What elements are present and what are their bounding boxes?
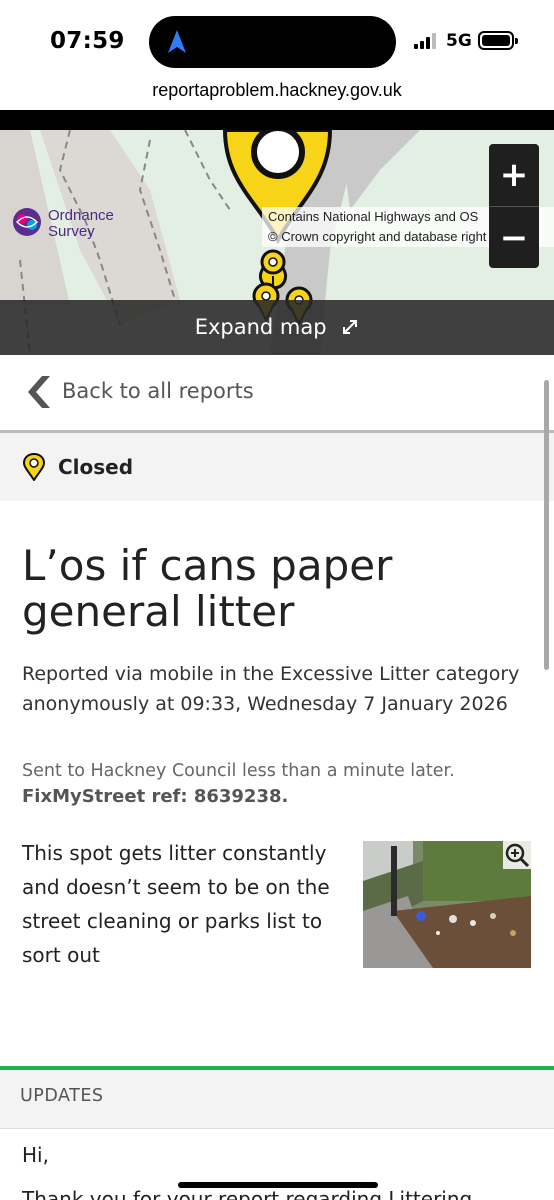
- zoom-in-button[interactable]: +: [489, 144, 539, 206]
- status-badge: Closed: [58, 455, 134, 479]
- zoom-controls: + −: [489, 144, 539, 268]
- location-arrow-icon: [168, 30, 186, 53]
- signal-icon: [414, 33, 438, 49]
- map-pin-icon: [22, 453, 46, 481]
- report-pin-small: [260, 249, 286, 275]
- report-status-bar: Closed: [0, 433, 554, 501]
- clock: 07:59: [50, 28, 125, 54]
- status-bar: 07:59 5G: [0, 0, 554, 80]
- expand-map-button[interactable]: Expand map: [0, 300, 554, 355]
- report-description: This spot gets litter constantly and doe…: [22, 841, 330, 967]
- expand-map-label: Expand map: [194, 315, 327, 339]
- report-title: L’os if cans paper general litter: [22, 541, 393, 636]
- zoom-out-button[interactable]: −: [489, 206, 539, 268]
- home-indicator[interactable]: [178, 1182, 378, 1188]
- report-sent-info: Sent to Hackney Council less than a minu…: [22, 761, 455, 781]
- map[interactable]: Ordnance Survey Contains National Highwa…: [0, 110, 554, 355]
- update-item: Hi, Thank you for your report regarding …: [0, 1128, 554, 1200]
- update-body: Thank you for your report regarding Litt…: [22, 1187, 473, 1200]
- url-bar[interactable]: reportaproblem.hackney.gov.uk: [0, 80, 554, 110]
- battery-icon: [478, 31, 518, 50]
- ordnance-survey-logo-text: Ordnance Survey: [48, 207, 114, 240]
- network-type: 5G: [446, 31, 472, 51]
- back-to-reports-link[interactable]: Back to all reports: [0, 355, 554, 433]
- expand-arrows-icon: [343, 320, 358, 334]
- dynamic-island: [149, 16, 396, 68]
- chevron-left-icon: [28, 376, 50, 408]
- ordnance-survey-logo-icon: [13, 208, 41, 236]
- report-reference: FixMyStreet ref: 8639238.: [22, 786, 289, 807]
- update-greeting: Hi,: [22, 1143, 49, 1167]
- back-link-label: Back to all reports: [62, 379, 254, 403]
- zoom-photo-icon[interactable]: [503, 841, 531, 869]
- report-meta: Reported via mobile in the Excessive Lit…: [22, 663, 520, 715]
- updates-section: UPDATES Hi, Thank you for your report re…: [0, 1070, 554, 1200]
- scrollbar[interactable]: [544, 380, 549, 670]
- map-header-strip: [0, 110, 554, 130]
- updates-heading: UPDATES: [20, 1086, 104, 1106]
